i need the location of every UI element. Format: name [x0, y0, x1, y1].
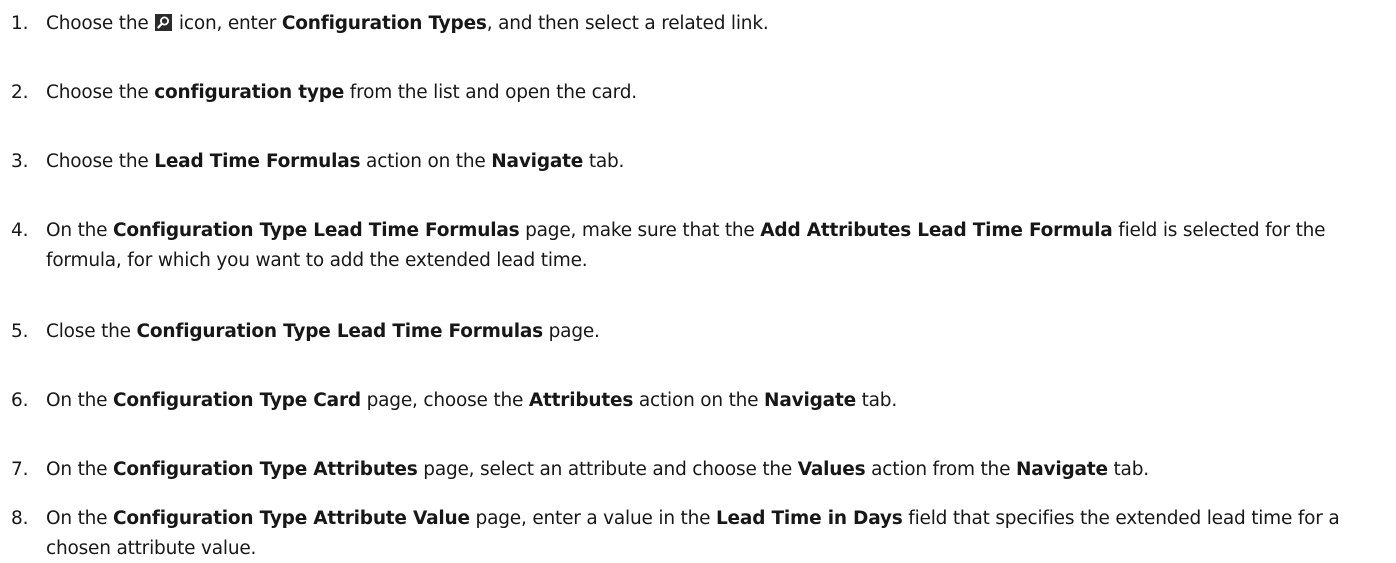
- step-number: 5.: [11, 321, 29, 342]
- step-text: On the Configuration Type Card page, cho…: [46, 386, 1390, 416]
- search-icon: [155, 14, 173, 31]
- ui-term: configuration type: [154, 82, 345, 103]
- list-item: 5. Close the Configuration Type Lead Tim…: [11, 317, 1390, 347]
- step-text: On the Configuration Type Lead Time Form…: [46, 216, 1390, 275]
- step-text-segment: action on the: [633, 390, 765, 411]
- ui-term: Navigate: [764, 390, 856, 411]
- list-item: 6. On the Configuration Type Card page, …: [11, 386, 1390, 416]
- step-number: 8.: [11, 508, 29, 529]
- step-text-segment: , and then select a related link.: [486, 13, 769, 34]
- step-text: On the Configuration Type Attributes pag…: [46, 455, 1390, 485]
- step-text-segment: Close the: [46, 321, 137, 342]
- step-text-segment: icon, enter: [173, 13, 282, 34]
- step-text-segment: On the: [46, 220, 114, 241]
- step-number: 3.: [11, 151, 29, 172]
- step-text-segment: action from the: [865, 459, 1016, 480]
- ui-term: Configuration Type Card: [113, 390, 361, 411]
- step-text-segment: On the: [46, 390, 114, 411]
- step-text-segment: page.: [542, 321, 600, 342]
- step-text-segment: action on the: [360, 151, 492, 172]
- step-text: On the Configuration Type Attribute Valu…: [46, 504, 1390, 563]
- list-item: 4. On the Configuration Type Lead Time F…: [11, 216, 1390, 275]
- ui-term: Navigate: [1015, 459, 1108, 480]
- step-text-segment: On the: [46, 508, 114, 529]
- step-text-segment: tab.: [855, 390, 898, 411]
- ui-term: Add Attributes Lead Time Formula: [760, 220, 1113, 241]
- step-text: Close the Configuration Type Lead Time F…: [46, 317, 1390, 347]
- step-text-segment: page, choose the: [360, 390, 529, 411]
- ui-term: Configuration Type Lead Time Formulas: [113, 220, 520, 241]
- ui-term: Navigate: [491, 151, 584, 172]
- step-text: Choose the icon, enter Configuration Typ…: [46, 9, 1390, 39]
- ui-term: Lead Time Formulas: [154, 151, 361, 172]
- ui-term: Configuration Type Attribute Value: [113, 508, 470, 529]
- ui-term: Attributes: [528, 390, 634, 411]
- step-text-segment: page, make sure that the: [519, 220, 761, 241]
- list-item: 1. Choose the icon, enter Configuration …: [11, 9, 1390, 39]
- step-text-segment: Choose the: [46, 13, 149, 34]
- step-text-segment: page, select an attribute and choose the: [417, 459, 798, 480]
- list-item: 8. On the Configuration Type Attribute V…: [11, 504, 1390, 563]
- list-item: 3. Choose the Lead Time Formulas action …: [11, 147, 1390, 177]
- step-number: 7.: [11, 459, 29, 480]
- list-item: 7. On the Configuration Type Attributes …: [11, 455, 1390, 485]
- step-text-segment: Choose the: [46, 151, 155, 172]
- step-text-segment: Choose the: [46, 82, 155, 103]
- ui-term: Configuration Type Attributes: [113, 459, 418, 480]
- step-text-segment: On the: [46, 459, 114, 480]
- step-number: 1.: [11, 13, 29, 34]
- step-text-segment: from the list and open the card.: [344, 82, 637, 103]
- ui-term: Lead Time in Days: [715, 508, 903, 529]
- step-text: Choose the configuration type from the l…: [46, 78, 1390, 108]
- ui-term: Values: [797, 459, 866, 480]
- step-text-segment: page, enter a value in the: [469, 508, 716, 529]
- list-item: 2. Choose the configuration type from th…: [11, 78, 1390, 108]
- step-number: 6.: [11, 390, 29, 411]
- step-text-segment: tab.: [1107, 459, 1150, 480]
- step-number: 2.: [11, 82, 29, 103]
- ui-term: Configuration Type Lead Time Formulas: [136, 321, 544, 342]
- ui-term: Configuration Types: [281, 13, 487, 34]
- step-number: 4.: [11, 220, 29, 241]
- step-text: Choose the Lead Time Formulas action on …: [46, 147, 1390, 177]
- step-text-segment: tab.: [583, 151, 625, 172]
- document-body: 1. Choose the icon, enter Configuration …: [0, 0, 1396, 560]
